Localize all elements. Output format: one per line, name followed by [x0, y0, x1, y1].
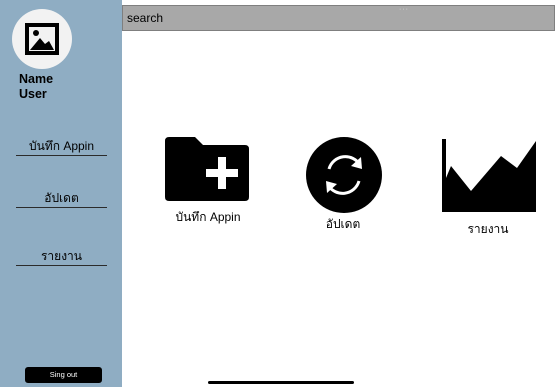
sidebar-item-save-appin[interactable]: บันทึก Appin: [16, 137, 107, 156]
tile-label-report: รายงาน: [467, 222, 509, 236]
search-bar: ···: [122, 5, 555, 31]
user-name-label: Name User: [19, 72, 54, 101]
tile-label-update: อัปเดต: [325, 217, 361, 231]
search-input[interactable]: [123, 6, 554, 30]
refresh-icon: [306, 137, 382, 213]
area-chart-icon: [442, 139, 536, 212]
sidebar-item-report[interactable]: รายงาน: [16, 247, 107, 266]
tile-label-save-appin: บันทึก Appin: [175, 210, 241, 224]
tile-save-appin[interactable]: บันทึก Appin: [160, 135, 256, 230]
signout-button[interactable]: Sing out: [25, 367, 102, 383]
avatar[interactable]: [12, 9, 72, 69]
home-indicator[interactable]: [208, 381, 354, 384]
folder-add-icon: [165, 137, 249, 201]
sidebar: Name User บันทึก Appin อัปเดต รายงาน Sin…: [0, 0, 122, 387]
tile-update[interactable]: อัปเดต: [300, 135, 386, 231]
tile-report[interactable]: รายงาน: [438, 135, 538, 236]
sidebar-item-update[interactable]: อัปเดต: [16, 189, 107, 208]
image-icon: [25, 23, 59, 55]
drag-handle[interactable]: ···: [399, 6, 409, 14]
